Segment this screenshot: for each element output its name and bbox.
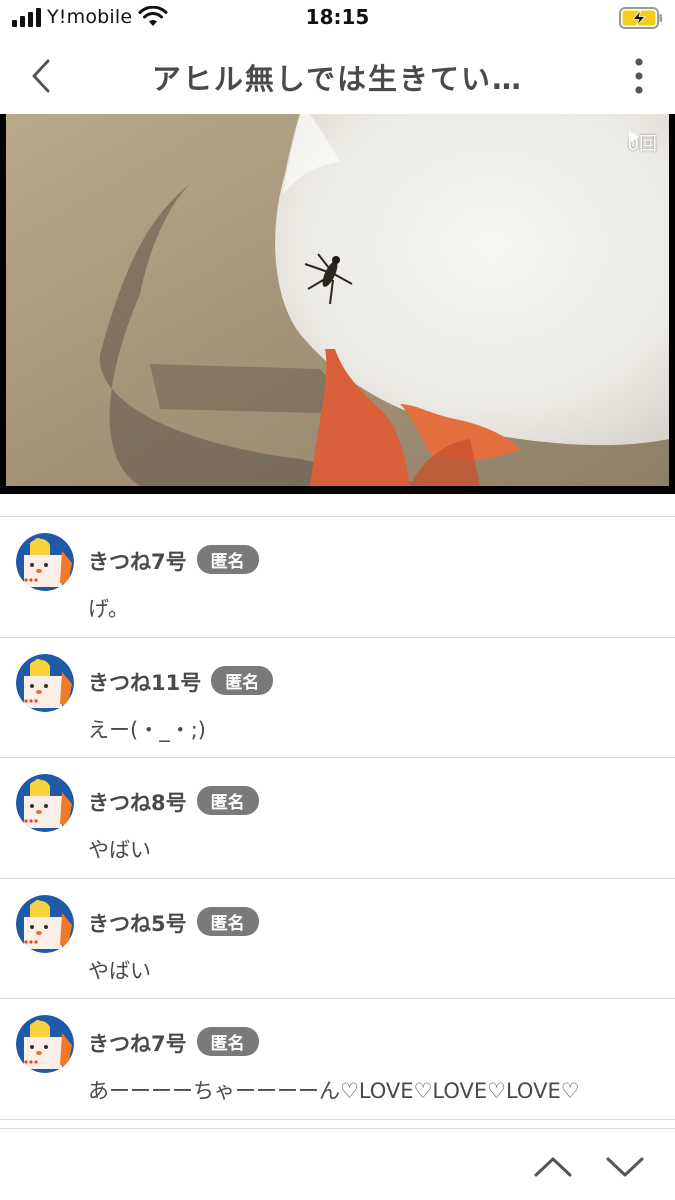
username-text: きつね5号 xyxy=(88,911,187,936)
username-text: きつね7号 xyxy=(88,1032,187,1056)
username-text: きつね7号 xyxy=(88,550,187,574)
anonymous-badge: 匿名 xyxy=(211,665,274,695)
comment-username: きつね7号 匿名 xyxy=(88,545,259,576)
chevron-left-icon[interactable] xyxy=(22,54,62,98)
anonymous-badge: 匿名 xyxy=(196,545,259,574)
battery-charging-icon xyxy=(619,7,662,29)
anonymous-badge: 匿名 xyxy=(196,786,259,815)
comment-username: きつね8号 匿名 xyxy=(88,786,259,817)
anonymous-badge: 匿名 xyxy=(196,906,259,936)
app-header: アヒル無しでは生きてい… xyxy=(0,38,675,114)
fox-avatar-icon xyxy=(16,774,74,832)
comment-text: あーーーーちゃーーーーん♡LOVE♡LOVE♡LOVE♡ xyxy=(88,1079,580,1103)
comment-item: きつね8号 匿名 やばい xyxy=(0,758,675,879)
username-text: きつね8号 xyxy=(88,791,187,815)
comment-item: きつね11号 匿名 えー(・_・;) xyxy=(0,638,675,758)
chevron-down-icon[interactable] xyxy=(604,1151,646,1181)
anonymous-badge: 匿名 xyxy=(196,1027,259,1056)
status-bar: Y!mobile 18:15 xyxy=(0,0,675,36)
comment-item: きつね5号 匿名 やばい xyxy=(0,879,675,999)
comment-item: きつね7号 匿名 あーーーーちゃーーーーん♡LOVE♡LOVE♡LOVE♡ xyxy=(0,999,675,1120)
username-text: きつね11号 xyxy=(88,670,202,695)
fox-avatar-icon xyxy=(16,533,74,591)
bottom-nav xyxy=(0,1128,675,1200)
comment-item: きつね7号 匿名 げ。 xyxy=(0,517,675,638)
comment-text: げ。 xyxy=(88,597,129,621)
comment-text: やばい xyxy=(88,958,151,983)
play-icon xyxy=(628,131,639,143)
chevron-up-icon[interactable] xyxy=(532,1151,574,1181)
comment-username: きつね7号 匿名 xyxy=(88,1027,259,1058)
video-player[interactable]: 0回 xyxy=(0,114,675,494)
comment-username: きつね11号 匿名 xyxy=(88,665,274,697)
comment-text: やばい xyxy=(88,838,151,862)
status-time: 18:15 xyxy=(305,5,370,29)
play-count: 0回 xyxy=(628,130,657,156)
video-frame xyxy=(6,114,669,486)
page-title: アヒル無しでは生きてい… xyxy=(151,62,524,96)
comment-list: きつね7号匿名 げ。 きつね11号匿名 えー(・_・;) きつね8号匿名 xyxy=(0,516,675,1120)
comment-username: きつね5号 匿名 xyxy=(88,906,259,938)
fox-avatar-icon xyxy=(16,653,74,712)
comment-text: えー(・_・;) xyxy=(88,717,206,742)
fox-avatar-icon xyxy=(16,894,74,953)
fox-avatar-icon xyxy=(16,1015,74,1073)
vertical-dots-icon[interactable] xyxy=(629,58,649,94)
